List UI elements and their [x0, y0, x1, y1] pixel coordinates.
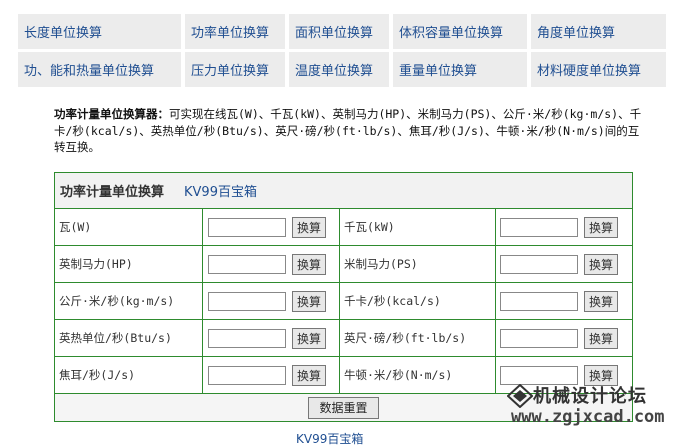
converter-row: 瓦(W) 换算 千瓦(kW) 换算: [55, 209, 632, 246]
nav-power[interactable]: 功率单位换算: [185, 14, 285, 49]
bottom-link[interactable]: KV99百宝箱: [296, 430, 363, 447]
convert-button-kgms[interactable]: 换算: [292, 290, 327, 312]
input-w[interactable]: [208, 217, 286, 237]
converter-row: 英制马力(HP) 换算 米制马力(PS) 换算: [55, 246, 632, 283]
input-js[interactable]: [208, 365, 286, 385]
input-kw[interactable]: [500, 217, 578, 237]
label-kcals: 千卡/秒(kcal/s): [340, 283, 496, 319]
nav-row-2: 功、能和热量单位换算 压力单位换算 温度单位换算 重量单位换算 材料硬度单位换算: [18, 52, 666, 87]
convert-button-js[interactable]: 换算: [292, 364, 327, 386]
convert-button-kw[interactable]: 换算: [584, 216, 619, 238]
convert-button-hp[interactable]: 换算: [292, 253, 327, 275]
nav-energy[interactable]: 功、能和热量单位换算: [18, 52, 181, 87]
label-kgms: 公斤·米/秒(kg·m/s): [55, 283, 203, 319]
watermark-brand: 机械设计论坛: [533, 386, 647, 407]
forum-logo-icon: [507, 384, 533, 408]
label-ps: 米制马力(PS): [340, 246, 496, 282]
convert-button-kcals[interactable]: 换算: [584, 290, 619, 312]
nav-weight[interactable]: 重量单位换算: [393, 52, 527, 87]
input-ps[interactable]: [500, 254, 578, 274]
input-btus[interactable]: [208, 328, 286, 348]
watermark-url: www.zgjxcad.com: [511, 407, 665, 427]
nav-volume[interactable]: 体积容量单位换算: [393, 14, 527, 49]
label-hp: 英制马力(HP): [55, 246, 203, 282]
converter-header: 功率计量单位换算 KV99百宝箱: [55, 173, 632, 209]
unit-nav: 长度单位换算 功率单位换算 面积单位换算 体积容量单位换算 角度单位换算 功、能…: [18, 14, 666, 90]
convert-button-btus[interactable]: 换算: [292, 327, 327, 349]
converter-title: 功率计量单位换算: [60, 185, 165, 200]
label-kw: 千瓦(kW): [340, 209, 496, 245]
nav-area[interactable]: 面积单位换算: [289, 14, 389, 49]
input-kcals[interactable]: [500, 291, 578, 311]
nav-pressure[interactable]: 压力单位换算: [185, 52, 285, 87]
converter-link[interactable]: KV99百宝箱: [184, 181, 257, 200]
description-title: 功率计量单位换算器：: [54, 107, 169, 121]
convert-button-w[interactable]: 换算: [292, 216, 327, 238]
input-kgms[interactable]: [208, 291, 286, 311]
watermark: 机械设计论坛 www.zgjxcad.com: [505, 382, 695, 434]
reset-button[interactable]: 数据重置: [308, 396, 379, 419]
description: 功率计量单位换算器：可实现在线瓦(W)、千瓦(kW)、英制马力(HP)、米制马力…: [54, 106, 644, 156]
convert-button-ps[interactable]: 换算: [584, 253, 619, 275]
nav-length[interactable]: 长度单位换算: [18, 14, 181, 49]
label-w: 瓦(W): [55, 209, 203, 245]
input-hp[interactable]: [208, 254, 286, 274]
input-ftlbs[interactable]: [500, 328, 578, 348]
convert-button-ftlbs[interactable]: 换算: [584, 327, 619, 349]
label-ftlbs: 英尺·磅/秒(ft·lb/s): [340, 320, 496, 356]
converter-row: 公斤·米/秒(kg·m/s) 换算 千卡/秒(kcal/s) 换算: [55, 283, 632, 320]
label-js: 焦耳/秒(J/s): [55, 357, 203, 393]
nav-angle[interactable]: 角度单位换算: [531, 14, 666, 49]
label-btus: 英热单位/秒(Btu/s): [55, 320, 203, 356]
label-nms: 牛顿·米/秒(N·m/s): [340, 357, 496, 393]
converter-row: 英热单位/秒(Btu/s) 换算 英尺·磅/秒(ft·lb/s) 换算: [55, 320, 632, 357]
nav-hardness[interactable]: 材料硬度单位换算: [531, 52, 666, 87]
nav-temperature[interactable]: 温度单位换算: [289, 52, 389, 87]
nav-row-1: 长度单位换算 功率单位换算 面积单位换算 体积容量单位换算 角度单位换算: [18, 14, 666, 49]
